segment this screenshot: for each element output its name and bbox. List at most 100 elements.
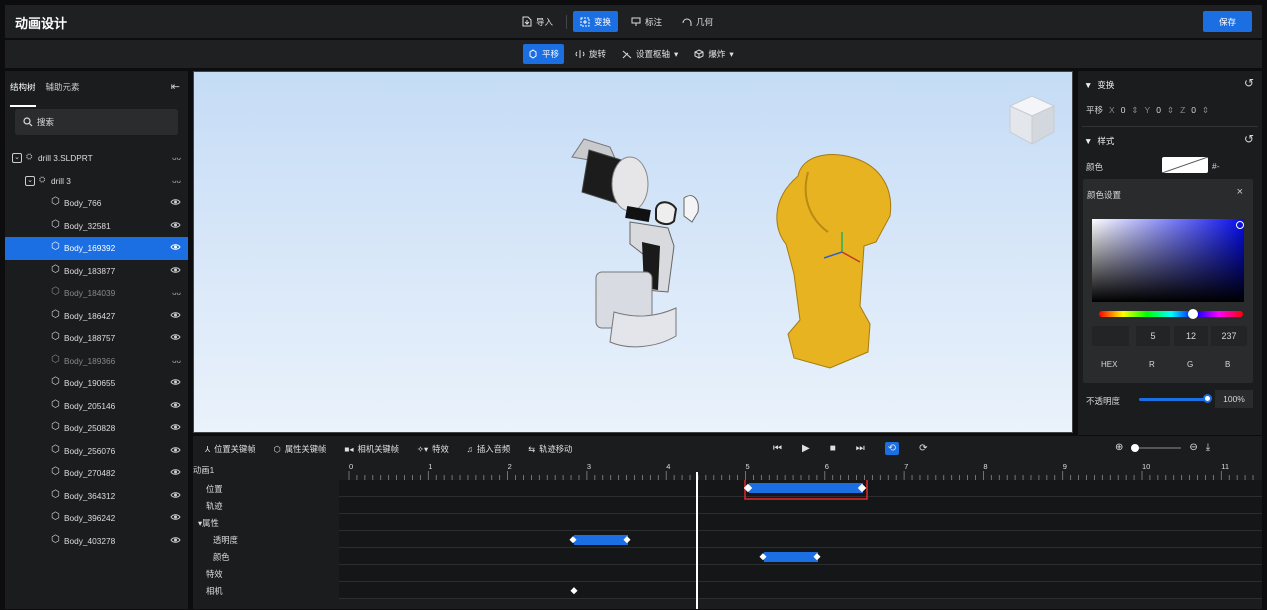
opacity-input[interactable]: 100% bbox=[1215, 390, 1253, 408]
eye-icon[interactable] bbox=[170, 311, 181, 321]
eye-icon[interactable] bbox=[170, 243, 181, 253]
z-stepper-icon[interactable]: ⇕ bbox=[1202, 105, 1209, 116]
tree-item[interactable]: ⬡ Body_766 bbox=[5, 192, 188, 215]
loop-icon[interactable]: ⟲ bbox=[884, 442, 900, 455]
track-move-icon: ⇆ bbox=[528, 444, 536, 454]
zoom-in-icon[interactable]: ⊕ bbox=[1115, 442, 1123, 453]
insert-audio-button[interactable]: ♫ 插入音频 bbox=[467, 443, 510, 455]
repeat-icon[interactable]: ⟳ bbox=[919, 443, 927, 454]
g-input[interactable]: 12 bbox=[1174, 326, 1208, 346]
geometry-button[interactable]: 几何 bbox=[675, 11, 720, 32]
eye-icon[interactable] bbox=[170, 513, 181, 523]
playhead[interactable] bbox=[696, 472, 698, 609]
position-keyframe-button[interactable]: ⅄ 位置关键帧 bbox=[205, 443, 256, 455]
time-ruler[interactable]: 0 1 2 3 4 5 6 7 8 9 10 11 bbox=[339, 461, 1262, 481]
translate-button[interactable]: 平移 bbox=[523, 44, 565, 64]
tab-aux-elements[interactable]: 辅助元素 bbox=[46, 81, 80, 99]
tree-item[interactable]: ⬡ Body_183877 bbox=[5, 260, 188, 283]
hue-slider[interactable] bbox=[1099, 311, 1243, 317]
eye-icon[interactable] bbox=[170, 423, 181, 433]
transform-button[interactable]: 变换 bbox=[573, 11, 619, 32]
zoom-out-icon[interactable]: ⊖ bbox=[1189, 442, 1197, 453]
opacity-handle[interactable] bbox=[1203, 394, 1212, 403]
camera-keyframe-diamond[interactable] bbox=[570, 587, 578, 595]
hidden-eye-icon[interactable]: ᴗᴗ bbox=[172, 176, 181, 185]
reset-transform-icon[interactable]: ↺ bbox=[1244, 76, 1254, 90]
expand-toggle-icon[interactable]: ⌄ bbox=[12, 153, 22, 163]
opacity-keyframe-bar[interactable] bbox=[574, 535, 628, 545]
download-icon[interactable]: ⤓ bbox=[1206, 442, 1210, 453]
tree-item[interactable]: ⬡ Body_364312 bbox=[5, 485, 188, 508]
eye-icon[interactable] bbox=[170, 221, 181, 231]
track-label[interactable]: ▾属性 bbox=[193, 514, 338, 531]
r-input[interactable]: 5 bbox=[1136, 326, 1170, 346]
hidden-eye-icon[interactable]: ᴗᴗ bbox=[172, 153, 181, 162]
tree-item[interactable]: ⌄ ⛭ drill 3.SLDPRT ᴗᴗ bbox=[5, 147, 188, 170]
color-swatch[interactable] bbox=[1161, 156, 1209, 174]
tree-item[interactable]: ⬡ Body_189366 ᴗᴗ bbox=[5, 350, 188, 373]
tree-item[interactable]: ⬡ Body_184039 ᴗᴗ bbox=[5, 282, 188, 305]
prev-frame-icon[interactable]: ⏮ bbox=[773, 443, 782, 454]
caret-down-icon[interactable]: ▼ bbox=[1084, 80, 1092, 90]
b-input[interactable]: 237 bbox=[1211, 326, 1247, 346]
tab-structure-tree[interactable]: 结构树 bbox=[10, 81, 36, 107]
y-input[interactable]: 0 bbox=[1156, 105, 1161, 115]
explode-button[interactable]: 爆炸 ▾ bbox=[689, 44, 738, 64]
opacity-slider[interactable] bbox=[1139, 398, 1209, 401]
x-input[interactable]: 0 bbox=[1121, 105, 1126, 115]
rotate-button[interactable]: 旋转 bbox=[570, 44, 611, 64]
tree-item[interactable]: ⬡ Body_270482 bbox=[5, 462, 188, 485]
eye-icon[interactable] bbox=[170, 198, 181, 208]
color-keyframe-bar[interactable] bbox=[764, 552, 818, 562]
expand-toggle-icon[interactable]: ⌄ bbox=[25, 175, 35, 186]
search-input[interactable]: 搜索 bbox=[15, 109, 178, 135]
property-keyframe-button[interactable]: ⬡ 属性关键帧 bbox=[274, 443, 327, 455]
caret-down-icon[interactable]: ▼ bbox=[1084, 136, 1092, 146]
tree-item[interactable]: ⬡ Body_186427 bbox=[5, 305, 188, 328]
zoom-slider[interactable] bbox=[1131, 443, 1182, 452]
reset-style-icon[interactable]: ↺ bbox=[1244, 132, 1254, 146]
track-move-button[interactable]: ⇆ 轨迹移动 bbox=[528, 443, 572, 455]
eye-icon[interactable] bbox=[170, 266, 181, 276]
hex-input[interactable] bbox=[1092, 326, 1129, 346]
close-icon[interactable]: × bbox=[1237, 186, 1243, 198]
eye-icon[interactable] bbox=[170, 446, 181, 456]
view-cube-icon[interactable] bbox=[1008, 95, 1056, 145]
eye-icon[interactable] bbox=[170, 401, 181, 411]
stop-icon[interactable]: ■ bbox=[830, 443, 836, 454]
tree-item[interactable]: ⬡ Body_403278 bbox=[5, 530, 188, 553]
eye-icon[interactable] bbox=[170, 536, 181, 546]
camera-keyframe-button[interactable]: ■◂ 相机关键帧 bbox=[344, 443, 399, 455]
play-icon[interactable]: ▶ bbox=[802, 443, 810, 454]
tree-item[interactable]: ⬡ Body_256076 bbox=[5, 440, 188, 463]
eye-icon[interactable] bbox=[170, 468, 181, 478]
collapse-panel-icon[interactable]: ⇤ bbox=[171, 80, 180, 93]
eye-icon[interactable] bbox=[170, 378, 181, 388]
tree-item[interactable]: ⌄ ⛭ drill 3 ᴗᴗ bbox=[5, 170, 188, 193]
y-stepper-icon[interactable]: ⇕ bbox=[1167, 105, 1174, 116]
eye-icon[interactable] bbox=[170, 333, 181, 343]
import-button[interactable]: 导入 bbox=[515, 11, 560, 32]
eye-icon[interactable] bbox=[170, 491, 181, 501]
hidden-eye-icon[interactable]: ᴗᴗ bbox=[172, 288, 181, 297]
next-frame-icon[interactable]: ⏭ bbox=[856, 443, 865, 454]
tree-item[interactable]: ⬡ Body_169392 bbox=[5, 237, 188, 260]
z-input[interactable]: 0 bbox=[1191, 105, 1196, 115]
save-button[interactable]: 保存 bbox=[1203, 11, 1252, 32]
position-keyframe-bar[interactable] bbox=[749, 483, 863, 493]
tree-item[interactable]: ⬡ Body_190655 bbox=[5, 372, 188, 395]
tree-item[interactable]: ⬡ Body_250828 bbox=[5, 417, 188, 440]
hidden-eye-icon[interactable]: ᴗᴗ bbox=[172, 356, 181, 365]
hue-handle[interactable] bbox=[1188, 309, 1198, 319]
tree-item[interactable]: ⬡ Body_396242 bbox=[5, 507, 188, 530]
x-stepper-icon[interactable]: ⇕ bbox=[1131, 105, 1138, 116]
set-axis-button[interactable]: 设置枢轴 ▾ bbox=[617, 44, 683, 64]
saturation-handle[interactable] bbox=[1236, 221, 1244, 229]
tree-item[interactable]: ⬡ Body_205146 bbox=[5, 395, 188, 418]
3d-viewport[interactable] bbox=[193, 71, 1073, 433]
annotate-button[interactable]: 标注 bbox=[624, 11, 669, 32]
effects-button[interactable]: ✧▾ 特效 bbox=[417, 443, 449, 455]
tree-item[interactable]: ⬡ Body_32581 bbox=[5, 215, 188, 238]
tree-item[interactable]: ⬡ Body_188757 bbox=[5, 327, 188, 350]
saturation-picker[interactable] bbox=[1092, 219, 1244, 302]
